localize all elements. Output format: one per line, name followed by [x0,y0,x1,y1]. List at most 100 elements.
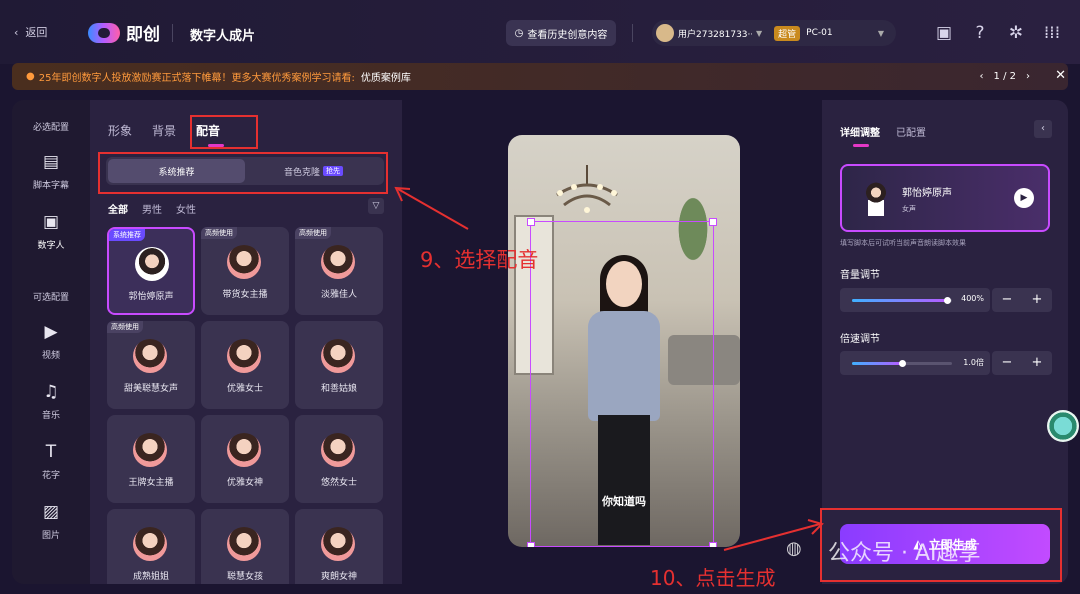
volume-label: 音量调节 [840,270,880,281]
video-preview[interactable]: 你知道吗 [508,135,740,547]
voice-card[interactable]: 优雅女士 [201,321,289,409]
voice-name: 和善姑娘 [320,384,357,394]
voice-card[interactable]: 高频使用 淡雅佳人 [295,227,383,315]
voice-grid: 系统推荐 郭怡婷原声 高频使用 带货女主播 高频使用 淡雅佳人 高频使用 甜美聪慧女声 … [107,227,387,584]
voice-card[interactable]: 高频使用 带货女主播 [201,227,289,315]
voice-card[interactable]: 聪慧女孩 [201,509,289,584]
voice-avatar [135,247,169,281]
filter-female[interactable]: 女性 [176,201,196,216]
volume-stepper: − + [992,288,1052,312]
voice-avatar [321,433,355,467]
voice-avatar [227,339,261,373]
device-name: PC-01 [806,28,833,38]
nav-item-music[interactable]: ♫ 音乐 [12,382,90,421]
voice-card[interactable]: 王牌女主播 [107,415,195,503]
voice-tag: 高频使用 [201,227,237,239]
detail-tabs: 详细调整 已配置 [840,124,926,139]
assistant-icon[interactable] [1047,410,1079,442]
logo-text: 即创 [126,25,160,45]
nav-item-video[interactable]: ▶ 视频 [12,322,90,361]
preview-canvas: 你知道吗 [402,100,822,584]
history-button-label: 查看历史创意内容 [527,29,608,41]
notice-text: 25年即创数字人投放激励赛正式落下帷幕！更多大赛优秀案例学习请看: [38,73,355,84]
volume-value: 400% [961,294,984,303]
back-label: 返回 [25,26,48,39]
chevron-down-icon: ▼ [756,28,763,38]
voice-card[interactable]: 和善姑娘 [295,321,383,409]
chevron-right-icon[interactable]: › [1026,71,1030,82]
nav-item-digital-human[interactable]: ▣ 数字人 [12,212,90,251]
voice-name: 成熟姐姐 [132,572,169,582]
tab-detail-adjust[interactable]: 详细调整 [840,124,880,139]
voice-name: 郭怡婷原声 [128,292,174,302]
slider-knob[interactable] [899,360,906,367]
slider-track [852,360,952,367]
voice-card[interactable]: 高频使用甜美聪慧女声 [107,321,195,409]
account-selector[interactable]: 用户273281733··· ▼ 超管 PC-01 ▼ [652,20,896,46]
settings-icon[interactable]: ✲ [1004,22,1028,44]
voice-name: 爽朗女神 [320,572,357,582]
wechat-icon: ◍ [786,538,802,559]
notice-banner: ● 25年即创数字人投放激励赛正式落下帷幕！更多大赛优秀案例学习请看: 优质案例… [12,63,1068,90]
collapse-icon[interactable]: ‹ [1034,120,1052,138]
clock-icon: ◷ [514,27,524,39]
voice-card[interactable]: 优雅女神 [201,415,289,503]
voice-card[interactable]: 系统推荐 郭怡婷原声 [107,227,195,315]
nav-item-fancy-text[interactable]: T 花字 [12,442,90,481]
page-title: 数字人成片 [190,29,256,44]
voice-avatar [321,339,355,373]
filter-all[interactable]: 全部 [108,201,128,216]
resize-handle[interactable] [527,542,535,547]
grid-icon[interactable]: ⁞⁞⁞ [1040,22,1064,44]
resize-handle[interactable] [709,218,717,226]
voice-card[interactable]: 成熟姐姐 [107,509,195,584]
filter-male[interactable]: 男性 [142,201,162,216]
back-button[interactable]: ‹ 返回 [14,24,47,40]
voice-name: 甜美聪慧女声 [123,384,178,394]
annotation-step10: 10、点击生成 [650,566,776,590]
wallet-icon[interactable]: ▣ [932,22,956,44]
decrement-button[interactable]: − [992,288,1022,312]
decrement-button[interactable]: − [992,351,1022,375]
nav-item-label: 数字人 [37,241,65,251]
voice-name: 聪慧女孩 [226,572,263,582]
person-icon: ▣ [42,212,60,232]
increment-button[interactable]: + [1022,351,1052,375]
play-icon[interactable]: ▶ [1014,188,1034,208]
slider-knob[interactable] [944,297,951,304]
nav-item-image[interactable]: ▨ 图片 [12,502,90,541]
pager-text: 1 / 2 [993,71,1016,82]
speed-slider[interactable]: 1.0倍 [840,351,990,375]
tab-background[interactable]: 背景 [152,122,176,139]
tab-appearance[interactable]: 形象 [108,122,132,139]
annotation-step9: 9、选择配音 [420,248,539,272]
speed-value: 1.0倍 [963,358,984,367]
voice-card[interactable]: 悠然女士 [295,415,383,503]
nav-item-label: 图片 [41,531,60,541]
voice-tag: 高频使用 [107,321,143,333]
increment-button[interactable]: + [1022,288,1052,312]
nav-item-label: 脚本字幕 [32,181,69,191]
history-button[interactable]: ◷ 查看历史创意内容 [506,20,616,46]
nav-section-header: 可选配置 [32,293,69,303]
tab-configured[interactable]: 已配置 [896,124,926,139]
voice-avatar [321,245,355,279]
watermark-text: 公众号 · AI趣享 [828,541,981,566]
music-icon: ♫ [43,382,59,402]
nav-item-label: 花字 [41,471,60,481]
role-badge: 超管 [774,25,801,41]
filter-icon[interactable]: ▽ [368,198,384,214]
slider-fill [852,362,902,365]
volume-slider[interactable]: 400% [840,288,990,312]
annotation-box [98,152,388,194]
voice-card[interactable]: 爽朗女神 [295,509,383,584]
divider [632,24,633,42]
nav-item-script[interactable]: ▤ 脚本字幕 [12,152,90,191]
close-icon[interactable]: ✕ [1055,68,1066,83]
chevron-left-icon[interactable]: ‹ [980,71,984,82]
resize-handle[interactable] [527,218,535,226]
voice-avatar [133,433,167,467]
notice-link[interactable]: 优质案例库 [361,69,411,84]
help-icon[interactable]: ? [968,22,992,44]
resize-handle[interactable] [709,542,717,547]
